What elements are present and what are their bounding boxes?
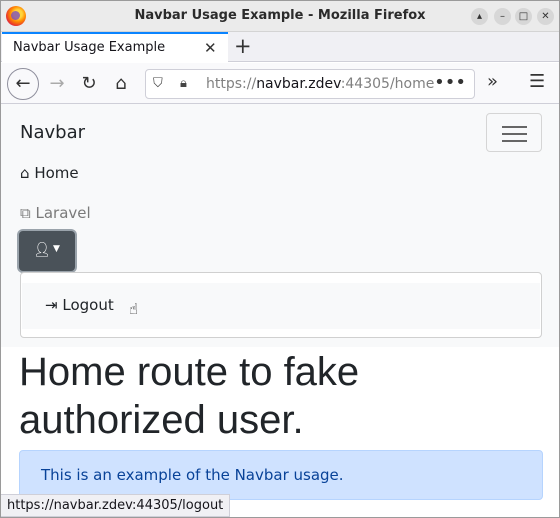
logout-label: Logout	[62, 296, 114, 314]
more-icon[interactable]: •••	[434, 72, 466, 93]
nav-link-laravel[interactable]: ⧉ Laravel	[20, 204, 91, 222]
user-dropdown-menu: ⇥ Logout	[20, 272, 542, 338]
page-heading: Home route to fake authorized user.	[19, 350, 360, 442]
new-tab-icon[interactable]: +	[234, 34, 252, 58]
overflow-icon[interactable]: »	[487, 71, 498, 92]
nav-link-home[interactable]: ⌂ Home	[20, 164, 79, 182]
url-text[interactable]: https://navbar.zdev:44305/home	[206, 76, 434, 92]
home-icon[interactable]: ⌂	[105, 68, 137, 100]
alert-text: This is an example of the Navbar usage.	[41, 466, 344, 484]
menu-icon[interactable]: ☰	[529, 71, 545, 92]
browser-window: Navbar Usage Example - Mozilla Firefox ▴…	[0, 0, 560, 518]
window-close-button[interactable]: ✕	[537, 8, 554, 25]
user-icon: 👤︎	[33, 242, 51, 258]
status-bar: https://navbar.zdev:44305/logout	[1, 494, 231, 517]
sign-out-icon: ⇥	[45, 296, 58, 314]
tab-bar: Navbar Usage Example ✕ +	[1, 32, 559, 62]
nav-home-label: Home	[34, 164, 79, 182]
mouse-cursor-icon: ☝	[129, 300, 139, 318]
navbar-toggler-button[interactable]	[486, 113, 542, 152]
logout-label-wrap: ⇥ Logout	[45, 296, 114, 314]
nav-laravel-label: Laravel	[35, 204, 91, 222]
browser-toolbar: ← → ↻ ⌂ ⛉ 🔒︎ https://navbar.zdev:44305/h…	[1, 63, 559, 104]
url-scheme: https://	[206, 76, 257, 92]
tab-label: Navbar Usage Example	[13, 40, 166, 55]
forward-icon[interactable]: →	[41, 68, 73, 100]
url-path: :44305/home	[340, 76, 435, 92]
user-dropdown-button[interactable]: 👤︎ ▼	[19, 231, 75, 271]
dropdown-item-logout[interactable]: ⇥ Logout	[22, 283, 540, 329]
lock-icon[interactable]: 🔒︎	[180, 76, 187, 91]
home-icon: ⌂	[20, 164, 30, 182]
reload-icon[interactable]: ↻	[73, 68, 105, 100]
window-maximize-button[interactable]: □	[515, 8, 532, 25]
url-bar[interactable]: ⛉ 🔒︎ https://navbar.zdev:44305/home •••	[145, 69, 475, 99]
navbar-brand[interactable]: Navbar	[20, 122, 85, 143]
page-content: Navbar ⌂ Home ⧉ Laravel 👤︎ ▼ ⇥ Logout ☝ …	[1, 104, 559, 517]
close-tab-icon[interactable]: ✕	[204, 39, 217, 57]
url-host: navbar.zdev	[256, 76, 341, 92]
caret-down-icon: ▼	[53, 244, 60, 254]
info-alert: This is an example of the Navbar usage.	[19, 450, 543, 500]
site-navbar: Navbar ⌂ Home ⧉ Laravel 👤︎ ▼ ⇥ Logout ☝	[1, 104, 559, 347]
window-up-button[interactable]: ▴	[471, 8, 488, 25]
window-minimize-button[interactable]: –	[494, 8, 511, 25]
tab-navbar-usage[interactable]: Navbar Usage Example ✕	[2, 32, 228, 62]
external-link-icon: ⧉	[20, 204, 31, 222]
title-bar: Navbar Usage Example - Mozilla Firefox ▴…	[1, 1, 559, 32]
back-icon[interactable]: ←	[7, 68, 39, 100]
shield-icon[interactable]: ⛉	[153, 76, 163, 91]
